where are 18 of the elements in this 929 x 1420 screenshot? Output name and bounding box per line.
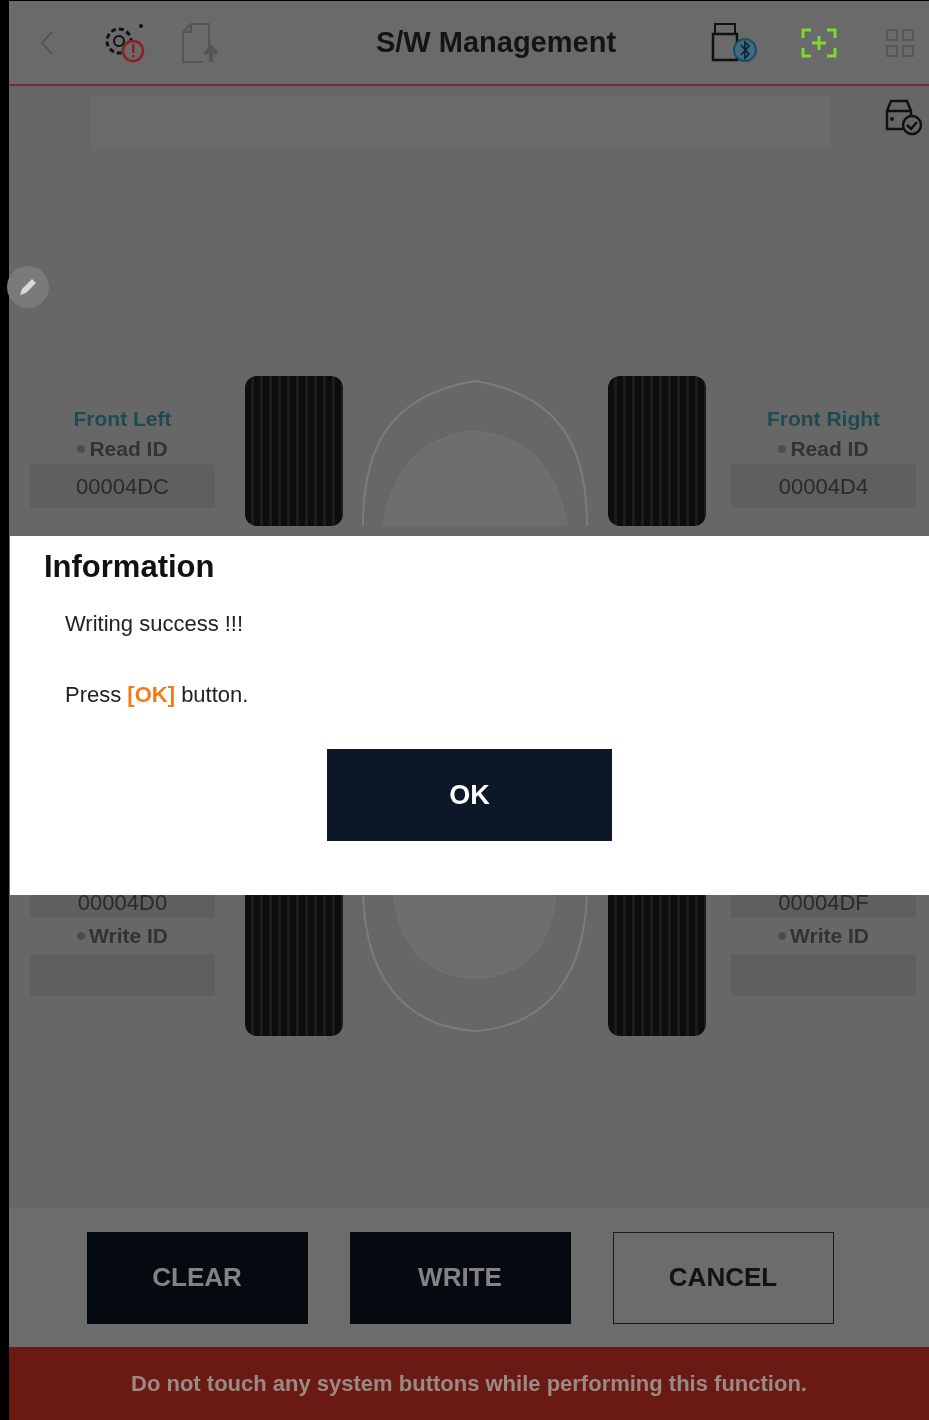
wheel-label: Front Right <box>765 406 882 432</box>
screen-capture-icon[interactable] <box>801 27 837 58</box>
action-button[interactable]: WRITE <box>349 1231 571 1324</box>
warning-message: Do not touch any system buttons while performing this function. <box>9 1347 929 1420</box>
dialog-message: Press [OK] button. <box>65 681 250 710</box>
bullet-dot <box>778 445 787 453</box>
action-button[interactable]: CANCEL <box>612 1231 834 1324</box>
edit-button[interactable] <box>7 266 49 308</box>
action-button[interactable]: CLEAR <box>86 1231 308 1324</box>
bullet-dot <box>77 932 85 940</box>
wheel-label: Front Left <box>72 406 173 432</box>
bullet-dot <box>778 932 786 940</box>
bullet-dot <box>77 445 86 453</box>
dialog-title: Information <box>44 548 216 586</box>
pencil-icon <box>17 276 39 298</box>
ok-button[interactable]: OK <box>327 749 612 842</box>
screen-title: S/W Management <box>374 24 618 60</box>
dialog-message: Writing success !!! <box>65 610 245 639</box>
